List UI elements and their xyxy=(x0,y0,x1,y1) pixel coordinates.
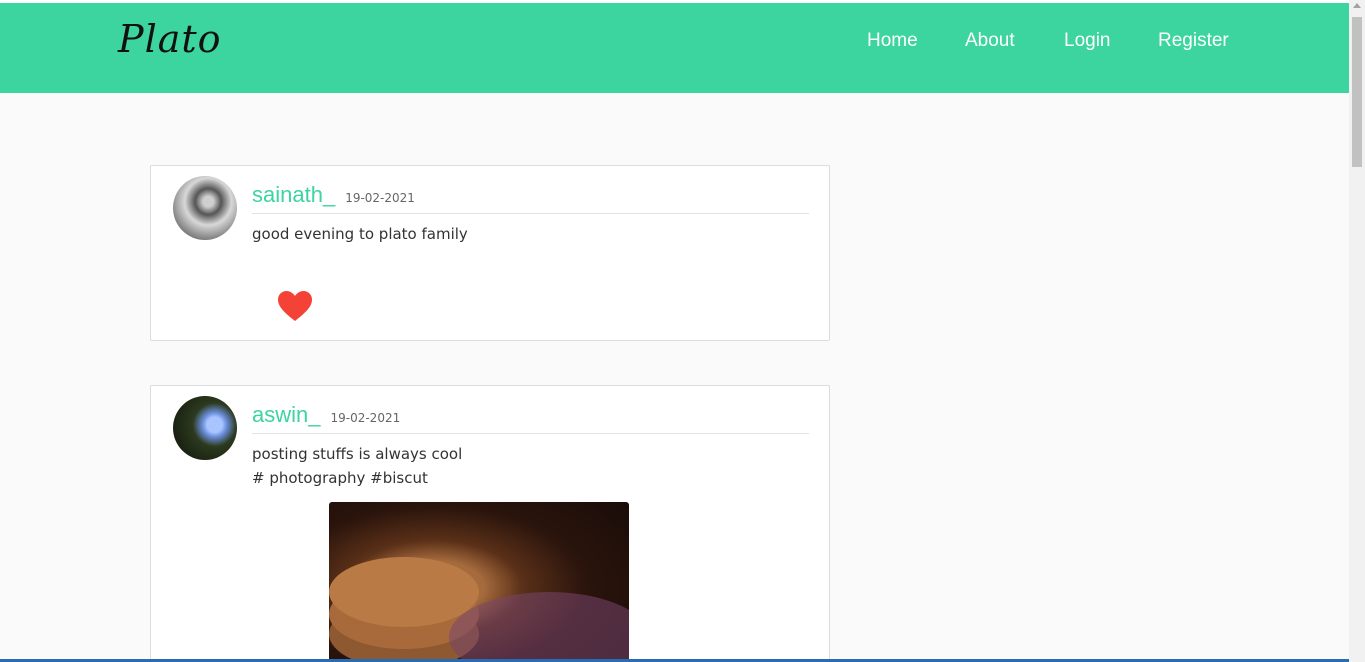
user-avatar[interactable] xyxy=(173,396,237,460)
vertical-scrollbar[interactable] xyxy=(1349,0,1365,662)
post-header: sainath_ 19-02-2021 xyxy=(252,182,809,214)
top-navbar: Plato Home About Login Register xyxy=(0,3,1349,93)
post-text: good evening to plato family xyxy=(252,225,468,243)
like-heart-icon[interactable] xyxy=(277,290,313,326)
user-avatar[interactable] xyxy=(173,176,237,240)
nav-about-link[interactable]: About xyxy=(965,30,1015,52)
nav-home-link[interactable]: Home xyxy=(867,30,918,52)
post-card: sainath_ 19-02-2021 good evening to plato… xyxy=(150,165,830,341)
scrollbar-thumb[interactable] xyxy=(1352,17,1362,167)
nav-register-link[interactable]: Register xyxy=(1158,30,1229,52)
post-date: 19-02-2021 xyxy=(330,411,401,425)
scroll-up-arrow-icon[interactable] xyxy=(1353,3,1361,8)
nav-login-link[interactable]: Login xyxy=(1064,30,1111,52)
post-content: good evening to plato family xyxy=(252,222,468,246)
post-header: aswin_ 19-02-2021 xyxy=(252,402,809,434)
post-username[interactable]: sainath_ xyxy=(252,182,335,207)
post-image[interactable] xyxy=(329,502,629,662)
post-text: posting stuffs is always cool xyxy=(252,445,463,463)
post-date: 19-02-2021 xyxy=(345,191,415,205)
post-tags: # photography #biscut xyxy=(252,469,428,487)
brand-logo[interactable]: Plato xyxy=(118,17,222,61)
post-content: posting stuffs is always cool # photogra… xyxy=(252,442,462,490)
post-username[interactable]: aswin_ xyxy=(252,402,320,427)
post-card: aswin_ 19-02-2021 posting stuffs is alway… xyxy=(150,385,830,662)
